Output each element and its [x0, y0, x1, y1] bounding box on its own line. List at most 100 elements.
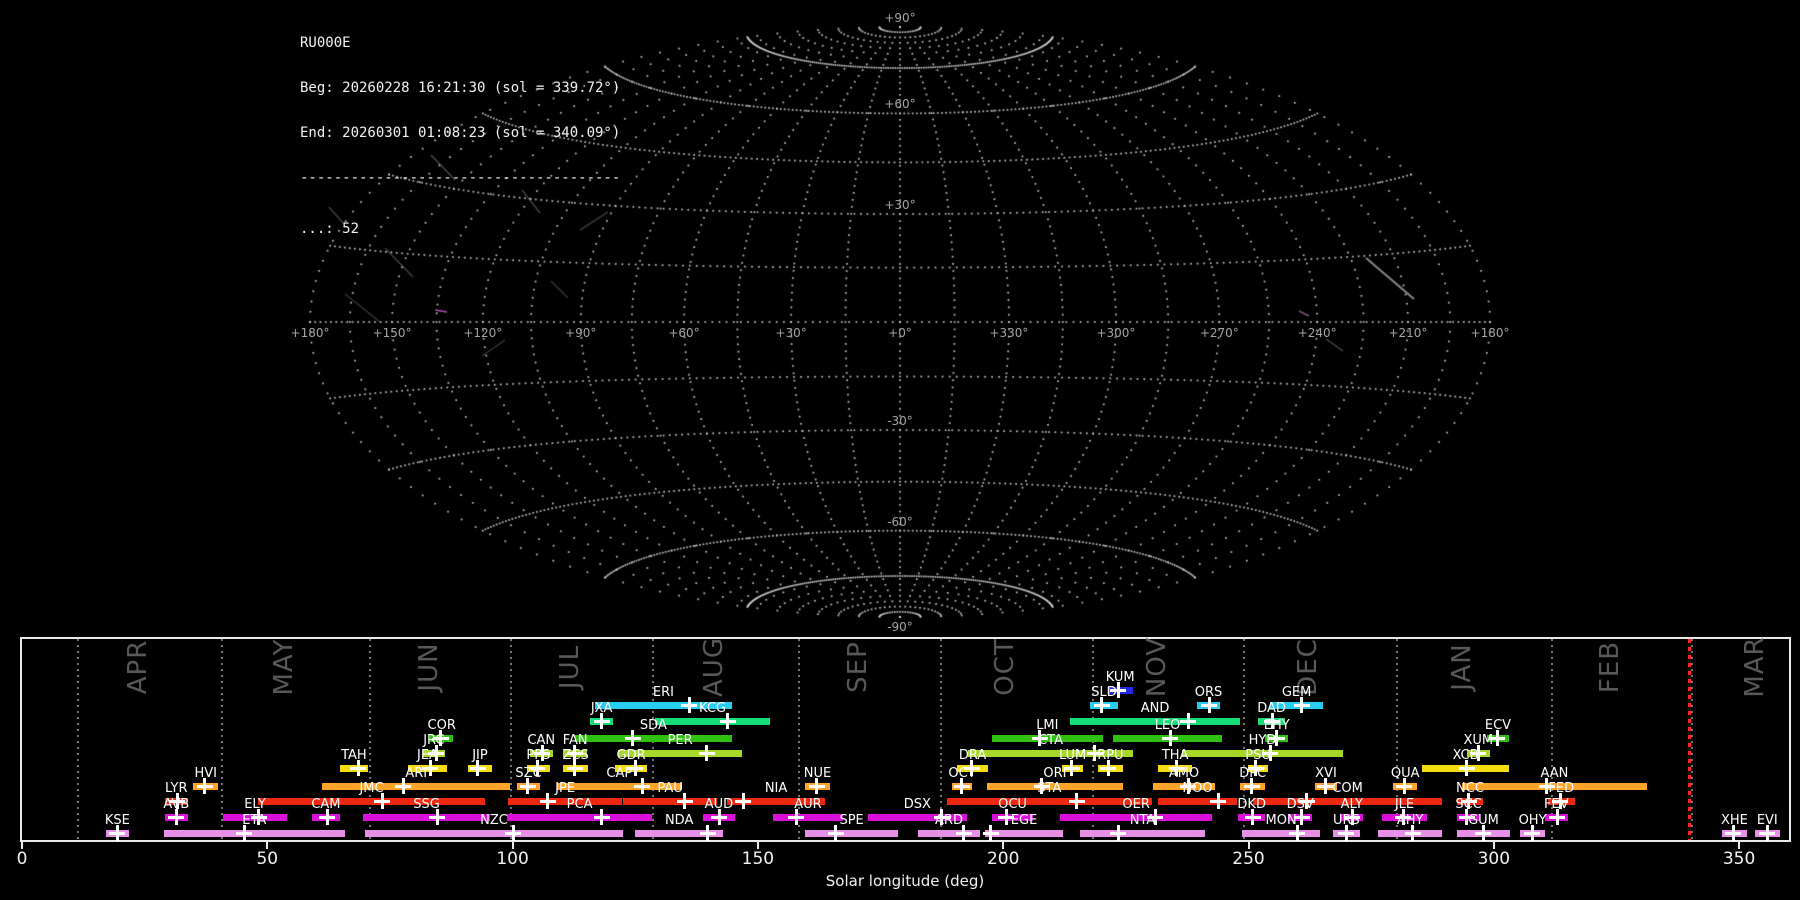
shower-peak-marker-SLD — [1093, 697, 1110, 713]
map-latitude-label: -60° — [887, 514, 913, 529]
shower-bar-NZC — [364, 830, 623, 837]
month-label: OCT — [990, 638, 1021, 696]
x-axis-tick — [1738, 842, 1741, 849]
map-latitude-label: +90° — [884, 11, 916, 25]
shower-peak-marker-ARD — [955, 825, 972, 841]
radiant-map-app: +180° +150° +120° +90° +60° +30° +0° +330° +300°… — [0, 0, 1800, 900]
month-label: APR — [123, 639, 154, 695]
map-longitude-label: +0° — [888, 326, 912, 340]
map-longitude-label: +240° — [1297, 326, 1337, 340]
shower-peak-marker-TAH — [350, 760, 367, 776]
shower-peak-marker-DPC — [1243, 778, 1260, 794]
detection-count: ...: 52 — [300, 221, 360, 237]
map-longitude-label: +330° — [989, 326, 1029, 340]
month-boundary-line — [77, 639, 80, 840]
month-label: JUN — [413, 642, 444, 692]
shower-label-CTA: CTA — [1038, 733, 1063, 748]
shower-label-NIA: NIA — [764, 781, 788, 796]
shower-peak-marker-URS — [1338, 825, 1355, 841]
shower-peak-marker-OHY — [1524, 825, 1541, 841]
map-latitude-label: -30° — [887, 413, 913, 428]
shower-label-ORI: ORI — [1043, 766, 1067, 781]
shower-peak-marker-EGE — [982, 825, 999, 841]
sky-map-canvas — [0, 0, 1800, 635]
shower-peak-marker-KCG — [719, 713, 736, 729]
map-latitude-label: -90° — [887, 620, 913, 634]
shower-peak-marker-RPU — [1100, 760, 1117, 776]
map-longitude-label: +120° — [463, 326, 503, 340]
map-longitude-label: +90° — [565, 326, 597, 340]
shower-label-JMC: JMC — [359, 781, 384, 796]
shower-label-AUR: AUR — [794, 797, 822, 812]
shower-peak-marker-OCT — [953, 778, 970, 794]
x-axis-tick-label: 100 — [496, 849, 529, 869]
shower-peak-marker-NDA — [699, 825, 716, 841]
shower-bar-ETA — [163, 830, 345, 837]
shower-label-EGE: EGE — [1010, 813, 1038, 828]
shower-peak-marker-JIP — [469, 760, 486, 776]
shower-peak-marker-EVI — [1759, 825, 1776, 841]
x-axis-tick-label: 300 — [1477, 849, 1511, 869]
shower-peak-marker-MON — [1289, 825, 1306, 841]
shower-peak-marker-STA — [1068, 793, 1085, 809]
month-label: AUG — [698, 637, 729, 697]
x-axis-tick — [1002, 842, 1005, 849]
shower-label-SSG: SSG — [413, 797, 440, 812]
shower-label-MON: MON — [1265, 813, 1297, 828]
shower-peak-marker-ETA — [236, 825, 253, 841]
shower-peak-marker-JMC — [374, 793, 391, 809]
x-axis-tick — [1492, 842, 1495, 849]
month-label: FEB — [1594, 640, 1625, 694]
x-axis-tick — [266, 842, 269, 849]
session-begin: Beg: 20260228 16:21:30 (sol = 339.72°) — [300, 80, 621, 96]
month-label: MAY — [269, 638, 300, 696]
activity-timeline-panel: APR MAY JUN JUL AUG SEP OCT NOV DEC JAN FEB MAR KUM E… — [20, 636, 1791, 842]
shower-peak-marker-AHY — [1404, 825, 1421, 841]
map-longitude-label: +270° — [1199, 326, 1239, 340]
month-label: JAN — [1447, 643, 1478, 691]
x-axis-tick-label: 50 — [256, 849, 279, 869]
month-label: NOV — [1141, 636, 1172, 698]
map-longitude-label: +60° — [668, 326, 700, 340]
x-axis-tick-label: 250 — [1232, 849, 1265, 869]
x-axis-tick-label: 200 — [986, 849, 1020, 869]
x-axis-tick — [1247, 842, 1250, 849]
shower-peak-marker-AUR — [788, 809, 805, 825]
x-axis-tick — [756, 842, 759, 849]
shower-peak-marker-AVB — [168, 809, 185, 825]
shower-peak-marker-SDA — [624, 730, 641, 746]
shower-bar-NTA — [1080, 830, 1205, 837]
x-axis-tick — [21, 842, 23, 849]
shower-label-ARD: ARD — [935, 813, 963, 828]
shower-peak-marker-NTA — [1110, 825, 1126, 841]
shower-peak-marker-ZCS — [566, 760, 583, 776]
shower-peak-marker-JXA — [593, 713, 610, 729]
shower-label-PAU: PAU — [657, 781, 683, 796]
shower-peak-marker-QUA — [1396, 778, 1413, 794]
x-axis-tick-label: 350 — [1722, 849, 1756, 869]
current-solar-longitude-marker — [1689, 639, 1692, 840]
map-longitude-label: +210° — [1388, 326, 1428, 340]
map-longitude-label: +180° — [1470, 326, 1510, 340]
month-label: MAR — [1740, 636, 1771, 698]
shower-peak-marker-ORS — [1201, 697, 1218, 713]
shower-bar-MON — [1242, 830, 1321, 837]
x-axis-tick-label: 0 — [16, 849, 28, 869]
session-info: RU000E Beg: 20260228 16:21:30 (sol = 339… — [300, 6, 620, 267]
x-axis-title: Solar longitude (deg) — [825, 872, 985, 890]
shower-peak-marker-NUE — [808, 778, 825, 794]
shower-peak-marker-SSG — [429, 809, 446, 825]
shower-peak-marker-GUM — [1475, 825, 1491, 841]
shower-peak-marker-NZC — [505, 825, 522, 841]
shower-label-ARI: ARI — [405, 766, 428, 781]
shower-peak-marker-PER — [698, 745, 715, 761]
x-axis-tick-label: 150 — [741, 849, 775, 869]
map-latitude-label: +60° — [884, 97, 916, 112]
separator-line: -------------------------------------- — [300, 170, 621, 186]
shower-label-KCG: KCG — [699, 701, 726, 716]
shower-peak-marker-CAM — [319, 809, 336, 825]
shower-peak-marker-LEO — [1162, 730, 1178, 746]
session-end: End: 20260301 01:08:23 (sol = 340.09°) — [300, 125, 621, 141]
map-longitude-label: +180° — [290, 326, 330, 340]
shower-bar-SPE — [804, 830, 899, 837]
